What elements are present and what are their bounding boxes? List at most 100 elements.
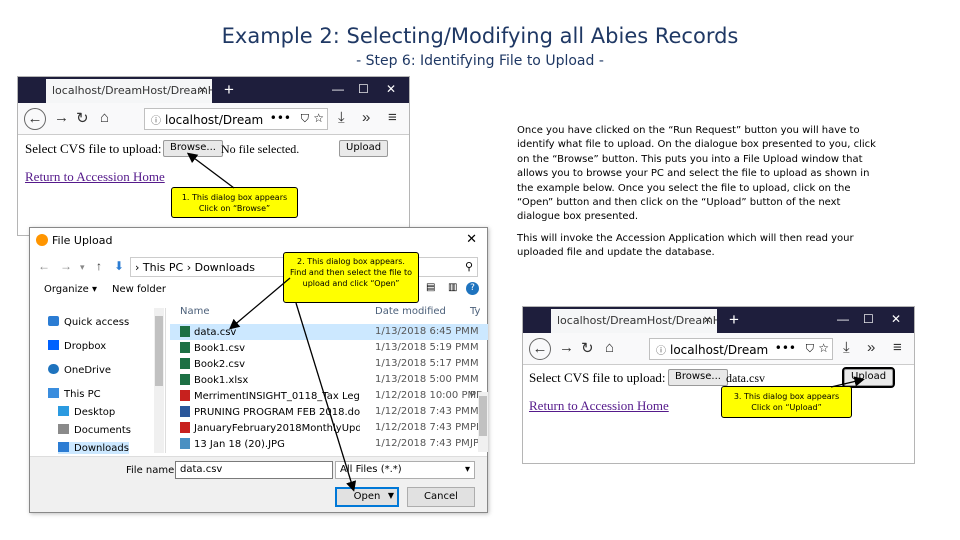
instruction-paragraph-2: This will invoke the Accession Applicati… (517, 233, 854, 259)
forward-arrow-icon[interactable]: → (54, 109, 69, 126)
new-tab-button[interactable]: + (224, 80, 234, 100)
back-arrow-icon-2[interactable]: ← (529, 338, 551, 360)
nav-onedrive[interactable]: OneDrive (48, 364, 111, 376)
back-arrow-icon-dialog[interactable]: ← (38, 259, 50, 273)
pocket-icon[interactable]: ⛉ (301, 112, 309, 126)
close-window-button-2[interactable]: ✕ (891, 312, 901, 326)
maximize-button-2[interactable]: ☐ (863, 312, 874, 326)
chevron-down-icon[interactable]: ▾ (80, 262, 85, 273)
download-icon[interactable]: ⤓ (338, 109, 345, 126)
browser-tab[interactable]: localhost/DreamHost/DreamHost× (46, 79, 212, 103)
page-actions-icon[interactable]: ••• (270, 111, 291, 125)
upload-button-2[interactable]: Upload (841, 367, 896, 388)
excel-file-icon (180, 374, 190, 385)
nav-label: Downloads (74, 443, 129, 454)
nav-quick-access[interactable]: Quick access (48, 316, 129, 328)
file-row[interactable]: PRUNING PROGRAM FEB 2018.docx 1/12/2018 7… (170, 404, 488, 420)
select-file-label-2: Select CVS file to upload: (529, 370, 666, 385)
file-list-scrollbar[interactable] (478, 392, 488, 452)
close-tab-icon-2[interactable]: × (703, 313, 712, 326)
page-actions-icon-2[interactable]: ••• (775, 341, 796, 355)
browse-button-2[interactable]: Browse... (668, 369, 728, 386)
browse-button[interactable]: Browse... (163, 140, 223, 157)
url-bar-2[interactable]: ⓘ localhost/Dream ••• ⛉ ☆ (649, 338, 833, 360)
excel-file-icon (180, 358, 190, 369)
upload-button[interactable]: Upload (339, 140, 389, 157)
view-options-icon[interactable]: ▤ (426, 282, 435, 293)
home-icon[interactable]: ⌂ (100, 109, 109, 126)
column-header-date[interactable]: Date modified (375, 306, 446, 317)
file-type: M (470, 358, 479, 369)
computer-icon (48, 388, 59, 398)
cancel-button[interactable]: Cancel (407, 487, 475, 507)
bookmark-star-icon-2[interactable]: ☆ (818, 341, 829, 355)
bookmark-star-icon[interactable]: ☆ (313, 111, 324, 125)
file-date: 1/12/2018 7:43 PM (375, 438, 470, 449)
nav-label: Dropbox (64, 341, 107, 352)
file-row[interactable]: JanuaryFebruary2018MonthlyUpdate.pdf 1/12… (170, 420, 488, 436)
new-tab-button-2[interactable]: + (729, 310, 739, 330)
breadcrumb[interactable]: › This PC › Downloads (130, 257, 300, 277)
maximize-button[interactable]: ☐ (358, 82, 369, 96)
return-home-link[interactable]: Return to Accession Home (25, 169, 165, 185)
column-header-type[interactable]: Ty (470, 306, 480, 317)
dropdown-arrow-icon[interactable]: ▼ (388, 491, 394, 500)
dialog-close-button[interactable]: ✕ (466, 232, 477, 247)
overflow-chevron-icon[interactable]: » (362, 109, 370, 126)
breadcrumb-downloads[interactable]: Downloads (195, 261, 255, 274)
reload-icon-2[interactable]: ↻ (581, 339, 594, 357)
forward-arrow-icon-dialog[interactable]: → (60, 259, 72, 273)
file-type-select[interactable]: All Files (*.*) ▾ (335, 461, 475, 479)
menu-icon-2[interactable]: ≡ (893, 339, 902, 356)
pocket-icon-2[interactable]: ⛉ (806, 342, 814, 356)
close-tab-icon[interactable]: × (198, 83, 207, 96)
nav-scrollbar[interactable] (154, 308, 164, 453)
breadcrumb-this-pc[interactable]: This PC (143, 261, 183, 274)
file-row[interactable]: Book2.csv 1/13/2018 5:17 PM M (170, 356, 488, 372)
help-icon[interactable]: ? (466, 282, 479, 295)
file-row[interactable]: MerrimentINSIGHT_0118_Tax Legislation...… (170, 388, 488, 404)
excel-file-icon (180, 342, 190, 353)
file-row[interactable]: data.csv 1/13/2018 6:45 PM M (170, 324, 488, 340)
file-date: 1/13/2018 5:00 PM (375, 374, 470, 385)
file-date: 1/13/2018 6:45 PM (375, 326, 470, 337)
nav-documents[interactable]: Documents (58, 424, 131, 436)
slide-subtitle: - Step 6: Identifying File to Upload - (356, 53, 604, 69)
close-window-button[interactable]: ✕ (386, 82, 396, 96)
up-arrow-icon[interactable]: ↑ (96, 259, 102, 273)
preview-pane-icon[interactable]: ▥ (448, 282, 457, 293)
forward-arrow-icon-2[interactable]: → (559, 339, 574, 356)
menu-icon[interactable]: ≡ (388, 109, 397, 126)
nav-dropbox[interactable]: Dropbox (48, 340, 106, 352)
reload-icon[interactable]: ↻ (76, 109, 89, 127)
url-bar[interactable]: ⓘ localhost/Dream ••• ⛉ ☆ (144, 108, 328, 130)
new-folder-button[interactable]: New folder (112, 284, 166, 295)
file-row[interactable]: Book1.csv 1/13/2018 5:19 PM M (170, 340, 488, 356)
nav-downloads[interactable]: Downloads (58, 442, 129, 454)
scrollbar-thumb[interactable] (155, 316, 163, 386)
no-file-text: No file selected. (221, 142, 300, 156)
browser-tab-2[interactable]: localhost/DreamHost/DreamHost× (551, 309, 717, 333)
column-header-name[interactable]: Name (180, 306, 210, 317)
chevron-right-icon: › (183, 261, 195, 274)
chevron-down-icon: ▾ (464, 464, 470, 475)
nav-desktop[interactable]: Desktop (58, 406, 115, 418)
nav-this-pc[interactable]: This PC (48, 388, 101, 400)
search-input[interactable]: ⚲ (410, 257, 478, 277)
selected-file-text: data.csv (726, 371, 765, 385)
minimize-button[interactable]: — (332, 82, 344, 96)
tab-bar-2: localhost/DreamHost/DreamHost× + — ☐ ✕ (523, 307, 914, 333)
file-row[interactable]: Book1.xlsx 1/13/2018 5:00 PM M (170, 372, 488, 388)
home-icon-2[interactable]: ⌂ (605, 339, 614, 356)
open-button[interactable]: Open ▼ (335, 487, 399, 507)
file-name-input[interactable]: data.csv (175, 461, 333, 479)
download-icon-2[interactable]: ⤓ (843, 339, 850, 356)
file-row[interactable]: 13 Jan 18 (20).JPG 1/12/2018 7:43 PM JP (170, 436, 488, 452)
overflow-chevron-icon-2[interactable]: » (867, 339, 875, 356)
file-date: 1/12/2018 10:00 PM (375, 390, 477, 401)
back-arrow-icon[interactable]: ← (24, 108, 46, 130)
minimize-button-2[interactable]: — (837, 312, 849, 326)
return-home-link-2[interactable]: Return to Accession Home (529, 398, 669, 414)
organize-button[interactable]: Organize ▾ (44, 284, 97, 295)
scrollbar-thumb[interactable] (479, 396, 487, 436)
